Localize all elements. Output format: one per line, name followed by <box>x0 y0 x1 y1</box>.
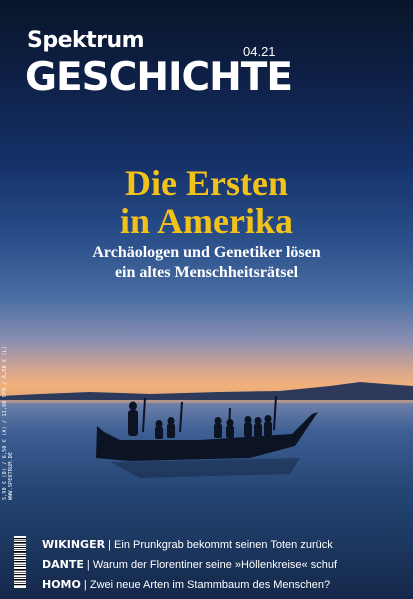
teaser-keyword: HOMO <box>42 578 81 591</box>
teaser-item: HOMO | Zwei neue Arten im Stammbaum des … <box>42 575 412 595</box>
distant-mountains <box>0 382 413 400</box>
water-shimmer <box>0 400 413 403</box>
teaser-keyword: WIKINGER <box>42 538 106 551</box>
teaser-text: Warum der Florentiner seine »Höllenkreis… <box>92 559 338 571</box>
canoe-scene-illustration <box>0 382 413 478</box>
magazine-cover: Spektrum GESCHICHTE 04.21 Die Ersten in … <box>0 0 413 599</box>
website-url: WWW.SPEKTRUM.DE <box>8 451 14 500</box>
teaser-separator: | <box>80 579 90 591</box>
paddler-figures <box>128 401 272 439</box>
canoe-reflection <box>110 458 300 478</box>
teaser-separator: | <box>83 559 93 571</box>
cover-headline-line-1: Die Ersten <box>125 163 288 203</box>
issue-number: 04.21 <box>243 44 276 59</box>
brand-logo: Spektrum <box>27 28 145 53</box>
teaser-list: WIKINGER | Ein Prunkgrab bekommt seinen … <box>42 535 412 595</box>
barcode <box>14 536 26 588</box>
series-title: GESCHICHTE <box>25 55 293 100</box>
price-and-url-text: 5,90 € (D) / 6,50 € (A) / 11,80 SFR / 6,… <box>2 346 14 500</box>
cover-headline-line-2: in Amerika <box>119 201 293 241</box>
teaser-text: Ein Prunkgrab bekommt seinen Toten zurüc… <box>114 539 333 551</box>
cover-subheadline-line-1: Archäologen und Genetiker lösen <box>92 244 321 261</box>
teaser-item: DANTE | Warum der Florentiner seine »Höl… <box>42 555 412 575</box>
teaser-separator: | <box>105 539 115 551</box>
teaser-keyword: DANTE <box>42 558 84 571</box>
teaser-item: WIKINGER | Ein Prunkgrab bekommt seinen … <box>42 535 412 555</box>
teaser-text: Zwei neue Arten im Stammbaum des Mensche… <box>89 579 331 591</box>
cover-subheadline-line-2: ein altes Menschheitsrätsel <box>114 264 299 281</box>
